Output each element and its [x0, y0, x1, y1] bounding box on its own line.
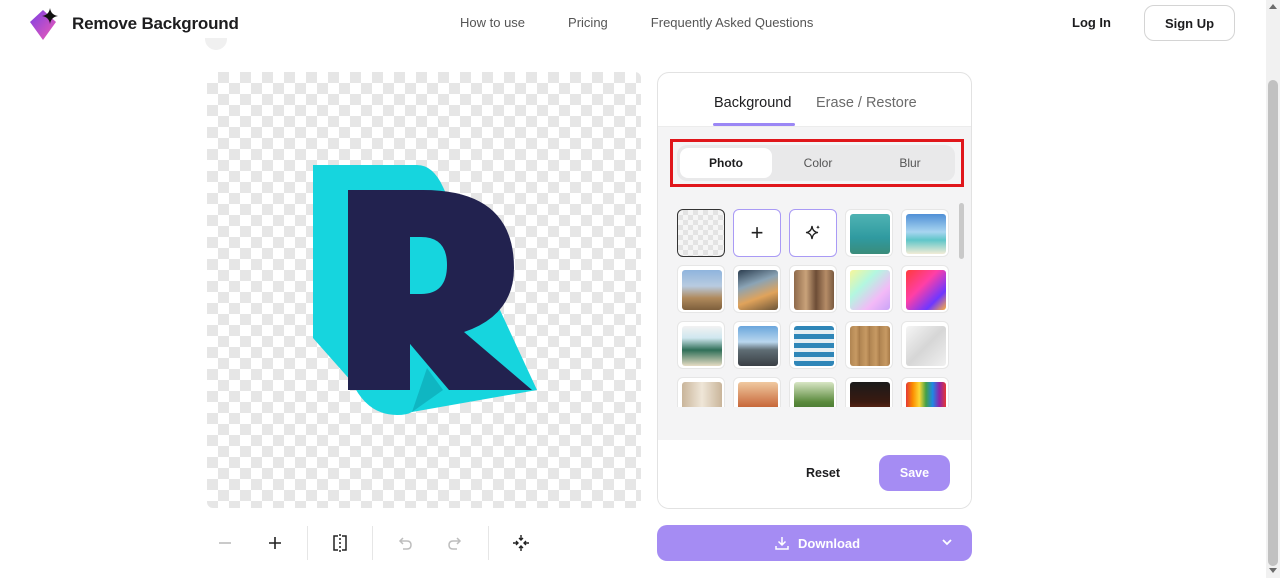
plus-icon: + [750, 220, 764, 245]
segment-photo[interactable]: Photo [680, 148, 772, 178]
bg-photo-corridor[interactable] [677, 377, 725, 407]
bg-photo-forest[interactable] [789, 377, 837, 407]
edit-panel: Background Erase / Restore Photo Color B… [657, 72, 972, 509]
top-header: Remove Background How to use Pricing Fre… [0, 0, 1266, 46]
segment-color[interactable]: Color [772, 145, 864, 181]
panel-tabs: Background Erase / Restore [658, 73, 971, 127]
bg-photo-palms[interactable] [845, 209, 893, 257]
bg-photo-wood[interactable] [845, 321, 893, 369]
bg-option-upload[interactable]: + [733, 209, 781, 257]
zoom-in-icon[interactable] [262, 530, 288, 556]
background-options: Photo Color Blur + [658, 127, 971, 440]
bg-option-ai-generate[interactable] [789, 209, 837, 257]
page-scrollbar[interactable] [1266, 0, 1280, 578]
scroll-up-icon[interactable] [1269, 4, 1277, 9]
back-button-partial[interactable] [205, 38, 227, 50]
download-button-content: Download [774, 535, 860, 551]
toolbar-divider [307, 526, 308, 560]
bg-photo-sunset[interactable] [733, 265, 781, 313]
nav-how-to-use[interactable]: How to use [460, 15, 525, 30]
background-photo-grid: + [658, 209, 971, 407]
tab-background[interactable]: Background [714, 95, 791, 111]
bg-photo-beach[interactable] [901, 209, 949, 257]
bg-photo-dark[interactable] [845, 377, 893, 407]
zoom-out-icon[interactable] [212, 530, 238, 556]
bg-photo-ruins[interactable] [677, 265, 725, 313]
bg-gradient-vivid[interactable] [901, 265, 949, 313]
bg-gradient-pastel[interactable] [845, 265, 893, 313]
bg-photo-building[interactable] [789, 321, 837, 369]
bg-photo-canyon[interactable] [733, 377, 781, 407]
nav-faq[interactable]: Frequently Asked Questions [651, 15, 814, 30]
reset-button[interactable]: Reset [806, 466, 840, 480]
background-type-switch: Photo Color Blur [677, 145, 955, 181]
download-icon [775, 537, 789, 550]
grid-scrollbar[interactable] [959, 203, 964, 259]
toolbar-divider [488, 526, 489, 560]
canvas-toolbar [207, 522, 547, 564]
download-button[interactable]: Download [657, 525, 972, 561]
bg-photo-road[interactable] [733, 321, 781, 369]
fit-icon[interactable] [508, 530, 534, 556]
bg-photo-arches[interactable] [789, 265, 837, 313]
bg-photo-white-room[interactable] [901, 321, 949, 369]
segment-blur[interactable]: Blur [864, 145, 956, 181]
bg-photo-pencils[interactable] [901, 377, 949, 407]
sparkle-icon [805, 225, 820, 240]
undo-icon[interactable] [392, 530, 418, 556]
toolbar-divider [372, 526, 373, 560]
active-tab-indicator [713, 123, 795, 126]
brand-logo-icon [30, 8, 58, 40]
compare-icon[interactable] [327, 530, 353, 556]
tab-erase-restore[interactable]: Erase / Restore [816, 95, 917, 111]
chevron-down-icon[interactable] [940, 535, 954, 549]
scroll-down-icon[interactable] [1269, 568, 1277, 573]
brand-logo[interactable]: Remove Background [28, 6, 239, 42]
nav-pricing[interactable]: Pricing [568, 15, 608, 30]
panel-actions: Reset Save [658, 440, 971, 508]
image-canvas[interactable] [207, 72, 641, 508]
result-image [313, 165, 537, 415]
save-button[interactable]: Save [879, 455, 950, 491]
download-label: Download [798, 535, 861, 551]
signup-button[interactable]: Sign Up [1144, 5, 1235, 41]
bg-photo-tropical[interactable] [677, 321, 725, 369]
main-nav: How to use Pricing Frequently Asked Ques… [460, 15, 856, 30]
login-link[interactable]: Log In [1072, 15, 1111, 30]
brand-name: Remove Background [72, 14, 239, 33]
scrollbar-thumb[interactable] [1268, 80, 1278, 566]
redo-icon[interactable] [442, 530, 468, 556]
bg-option-none[interactable] [677, 209, 725, 257]
